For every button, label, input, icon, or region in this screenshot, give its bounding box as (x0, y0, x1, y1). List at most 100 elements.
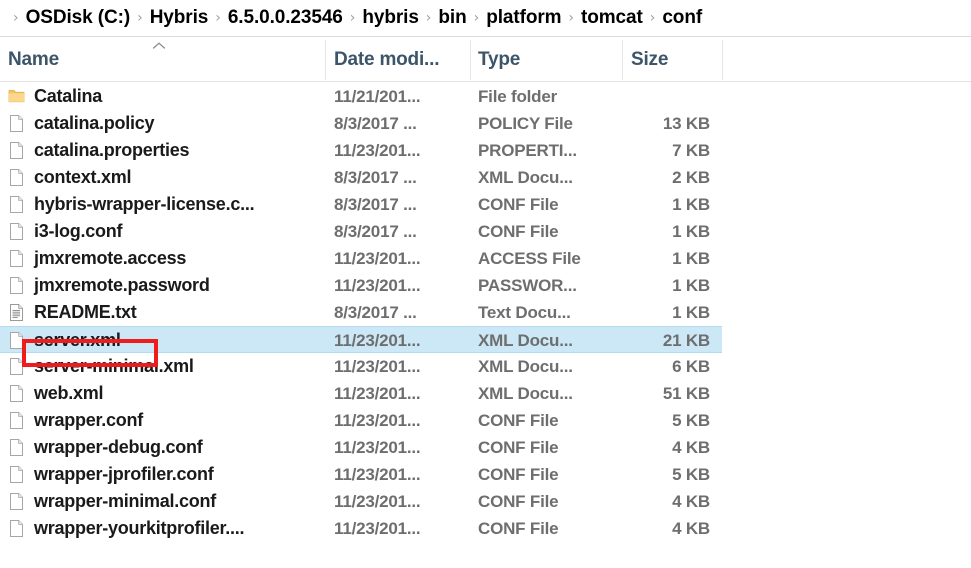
file-row[interactable]: web.xml 11/23/201... XML Docu... 51 KB (0, 380, 722, 407)
file-date-modified-label: 11/23/201... (334, 464, 421, 484)
file-date-modified-label: 11/23/201... (334, 437, 421, 457)
file-name-cell[interactable]: context.xml (8, 164, 320, 191)
column-divider-date-type[interactable] (470, 40, 471, 80)
file-name-label: Catalina (34, 86, 103, 106)
breadcrumb-item-6-5-0-0-23546[interactable]: 6.5.0.0.23546 (228, 7, 343, 29)
file-name-cell[interactable]: server-minimal.xml (8, 353, 320, 380)
file-row[interactable]: context.xml 8/3/2017 ... XML Docu... 2 KB (0, 164, 722, 191)
breadcrumb-item-platform[interactable]: platform (486, 7, 561, 29)
file-name-cell[interactable]: i3-log.conf (8, 218, 320, 245)
file-type-label: CONF File (478, 464, 559, 484)
file-row[interactable]: hybris-wrapper-license.c... 8/3/2017 ... C… (0, 191, 722, 218)
file-row[interactable]: catalina.policy 8/3/2017 ... POLICY File 13… (0, 110, 722, 137)
file-row[interactable]: i3-log.conf 8/3/2017 ... CONF File 1 KB (0, 218, 722, 245)
file-size-label: 6 KB (672, 356, 710, 376)
file-size-label: 1 KB (672, 194, 710, 214)
file-date-modified-cell: 11/23/201... (334, 380, 466, 407)
file-date-modified-cell: 11/21/201... (334, 83, 466, 110)
file-type-cell: CONF File (478, 191, 618, 218)
file-list[interactable]: Catalina 11/21/201... File folder catalina.… (0, 83, 971, 568)
breadcrumb-item-bin[interactable]: bin (438, 7, 466, 29)
file-row[interactable]: wrapper-yourkitprofiler.... 11/23/201... C… (0, 515, 722, 542)
file-icon (8, 492, 25, 511)
file-name-cell[interactable]: wrapper-yourkitprofiler.... (8, 515, 320, 542)
file-icon (8, 114, 25, 133)
file-size-label: 1 KB (672, 275, 710, 295)
file-type-label: XML Docu... (478, 383, 573, 403)
column-divider-name-date[interactable] (325, 40, 326, 80)
file-row[interactable]: wrapper-jprofiler.conf 11/23/201... CONF F… (0, 461, 722, 488)
file-name-cell[interactable]: catalina.properties (8, 137, 320, 164)
file-name-cell[interactable]: web.xml (8, 380, 320, 407)
breadcrumb-item-tomcat[interactable]: tomcat (581, 7, 643, 29)
file-name-cell[interactable]: README.txt (8, 299, 320, 326)
file-name-cell[interactable]: Catalina (8, 83, 320, 110)
file-row[interactable]: server-minimal.xml 11/23/201... XML Docu..… (0, 353, 722, 380)
column-divider-size-end[interactable] (722, 40, 723, 80)
file-name-cell[interactable]: jmxremote.password (8, 272, 320, 299)
file-name-label: wrapper.conf (34, 410, 144, 430)
breadcrumb-chevron-icon[interactable]: › (467, 11, 487, 25)
breadcrumb-chevron-icon[interactable]: › (208, 11, 228, 25)
file-name-cell[interactable]: wrapper.conf (8, 407, 320, 434)
file-size-label: 13 KB (662, 113, 710, 133)
file-type-label: File folder (478, 86, 558, 106)
file-size-cell: 6 KB (626, 353, 710, 380)
breadcrumb-chevron-icon[interactable]: › (419, 11, 439, 25)
file-date-modified-label: 11/21/201... (334, 86, 421, 106)
file-name-cell[interactable]: catalina.policy (8, 110, 320, 137)
breadcrumb-chevron-icon[interactable]: › (130, 11, 150, 25)
breadcrumb-item-hybris[interactable]: Hybris (150, 7, 209, 29)
file-type-cell: CONF File (478, 434, 618, 461)
file-row[interactable]: jmxremote.password 11/23/201... PASSWOR...… (0, 272, 722, 299)
file-name-cell[interactable]: wrapper-debug.conf (8, 434, 320, 461)
file-row[interactable]: server.xml 11/23/201... XML Docu... 21 KB (0, 326, 722, 353)
file-row[interactable]: catalina.properties 11/23/201... PROPERTI.… (0, 137, 722, 164)
sort-ascending-icon (152, 42, 166, 50)
file-date-modified-cell: 11/23/201... (334, 327, 466, 354)
file-icon (8, 195, 25, 214)
file-row[interactable]: wrapper.conf 11/23/201... CONF File 5 KB (0, 407, 722, 434)
file-row[interactable]: wrapper-debug.conf 11/23/201... CONF File 4… (0, 434, 722, 461)
file-name-cell[interactable]: hybris-wrapper-license.c... (8, 191, 320, 218)
file-type-cell: POLICY File (478, 110, 618, 137)
file-icon (8, 411, 25, 430)
file-size-cell: 21 KB (626, 327, 710, 354)
file-name-cell[interactable]: server.xml (8, 327, 320, 354)
column-header-size[interactable]: Size (631, 38, 715, 82)
file-name-cell[interactable]: wrapper-minimal.conf (8, 488, 320, 515)
file-type-label: PASSWOR... (478, 275, 577, 295)
file-row[interactable]: jmxremote.access 11/23/201... ACCESS File 1… (0, 245, 722, 272)
file-name-label: wrapper-jprofiler.conf (34, 464, 214, 484)
breadcrumb-chevron-icon[interactable]: › (343, 11, 363, 25)
file-date-modified-cell: 8/3/2017 ... (334, 218, 466, 245)
breadcrumb-chevron-icon[interactable]: › (643, 11, 663, 25)
file-icon (8, 465, 25, 484)
file-name-cell[interactable]: wrapper-jprofiler.conf (8, 461, 320, 488)
file-row[interactable]: Catalina 11/21/201... File folder (0, 83, 722, 110)
text-document-icon (8, 303, 25, 322)
breadcrumb-item-conf[interactable]: conf (662, 7, 702, 29)
file-icon (8, 276, 25, 295)
file-date-modified-label: 11/23/201... (334, 248, 421, 268)
file-row[interactable]: README.txt 8/3/2017 ... Text Docu... 1 KB (0, 299, 722, 326)
file-name-label: catalina.policy (34, 113, 155, 133)
file-name-label: wrapper-yourkitprofiler.... (34, 518, 245, 538)
file-date-modified-cell: 11/23/201... (334, 353, 466, 380)
breadcrumb[interactable]: › OSDisk (C:) › Hybris › 6.5.0.0.23546 › hybris… (0, 0, 971, 37)
column-header-date-modified[interactable]: Date modi... (334, 38, 466, 82)
column-divider-type-size[interactable] (622, 40, 623, 80)
breadcrumb-item-osdisk-c[interactable]: OSDisk (C:) (26, 7, 131, 29)
breadcrumb-item-hybris[interactable]: hybris (362, 7, 419, 29)
breadcrumb-chevron-icon[interactable]: › (561, 11, 581, 25)
file-name-label: hybris-wrapper-license.c... (34, 194, 255, 214)
file-name-label: context.xml (34, 167, 132, 187)
file-name-label: wrapper-debug.conf (34, 437, 203, 457)
file-date-modified-cell: 11/23/201... (334, 407, 466, 434)
file-row[interactable]: wrapper-minimal.conf 11/23/201... CONF Fil… (0, 488, 722, 515)
file-name-cell[interactable]: jmxremote.access (8, 245, 320, 272)
file-date-modified-label: 8/3/2017 ... (334, 167, 417, 187)
column-header-type[interactable]: Type (478, 38, 618, 82)
file-date-modified-label: 11/23/201... (334, 330, 421, 350)
column-header-row: Name Date modi... Type Size (0, 38, 971, 82)
